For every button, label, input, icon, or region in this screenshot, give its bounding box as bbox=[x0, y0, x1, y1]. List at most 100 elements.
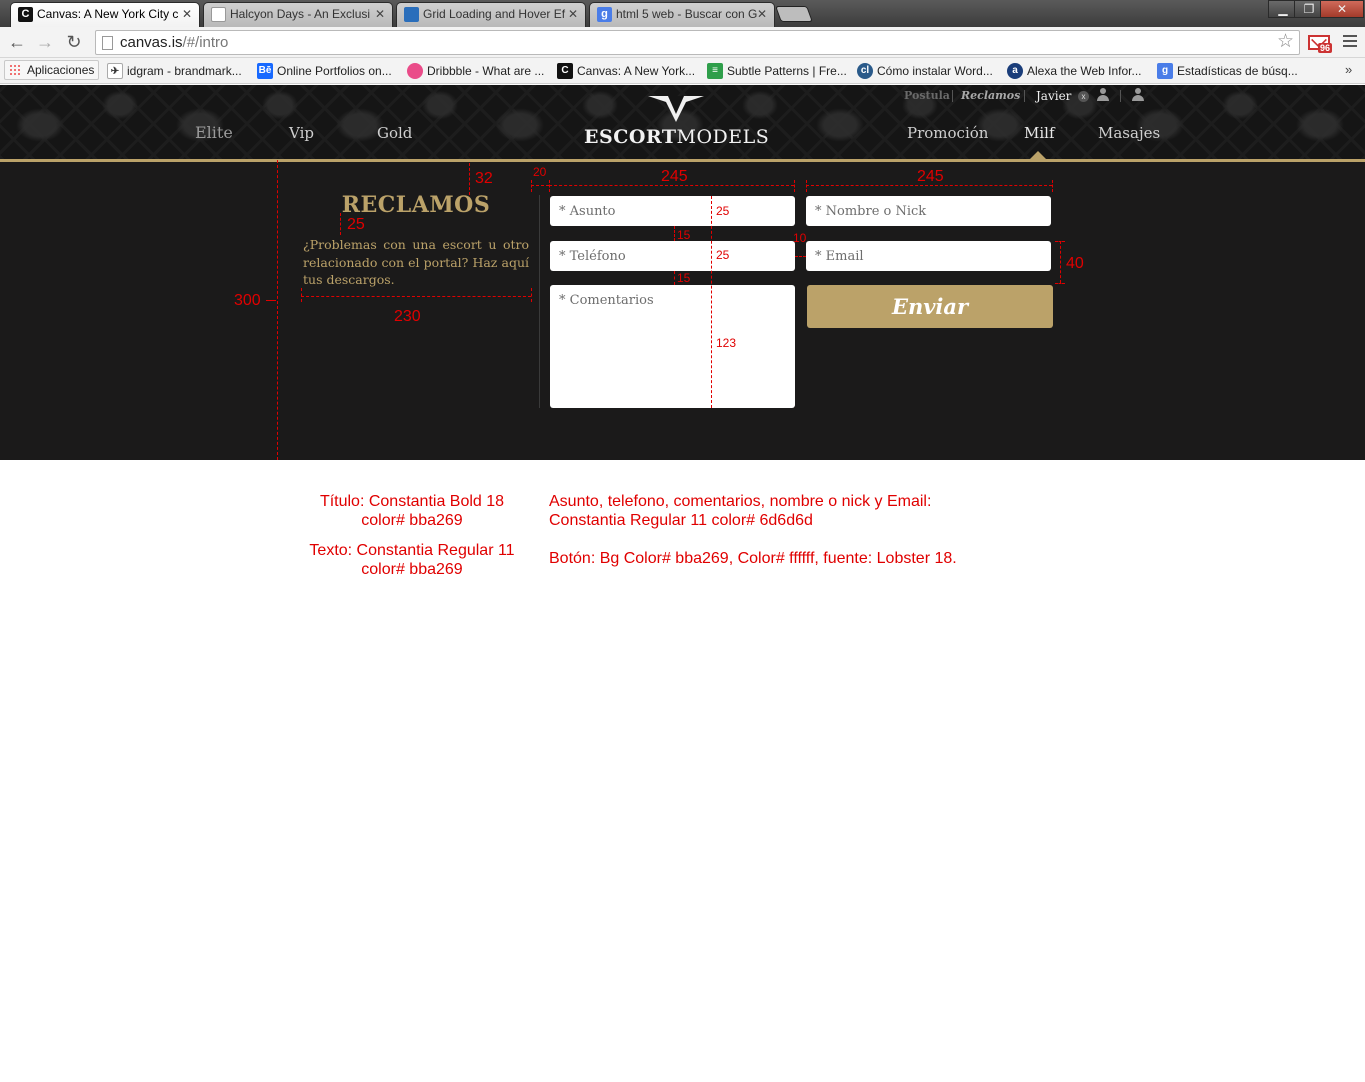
logo-bold: ESCORT bbox=[584, 126, 677, 148]
text-spec-note: Texto: Constantia Regular 11 color# bba2… bbox=[302, 541, 522, 579]
logo-regular: MODELS bbox=[676, 126, 770, 148]
forward-arrow-icon[interactable]: → bbox=[34, 31, 56, 53]
bookmark-label: Aplicaciones bbox=[27, 63, 95, 77]
telefono-input[interactable] bbox=[550, 241, 795, 271]
bookmark-idgram[interactable]: ✈ idgram - brandmark... bbox=[107, 62, 242, 80]
drop-favicon-icon bbox=[404, 7, 419, 22]
note-line: color# bba269 bbox=[361, 561, 463, 578]
dimension-15-b: 15 bbox=[677, 271, 691, 285]
gutter-guide bbox=[531, 185, 549, 186]
bookmark-alexa[interactable]: a Alexa the Web Infor... bbox=[1007, 62, 1142, 80]
escortmodels-logo[interactable]: ESCORTMODELS bbox=[584, 90, 770, 152]
column-tick bbox=[794, 180, 795, 192]
page-icon bbox=[102, 36, 113, 50]
dimension-25-telefono: 25 bbox=[716, 248, 730, 262]
bookmark-label: Online Portfolios on... bbox=[277, 64, 392, 78]
active-nav-marker bbox=[1030, 151, 1046, 159]
email-input[interactable] bbox=[806, 241, 1051, 271]
url-path: /#/intro bbox=[182, 34, 229, 51]
dimension-245-left: 245 bbox=[661, 168, 688, 185]
dimension-15-a: 15 bbox=[677, 228, 691, 242]
nav-milf[interactable]: Milf bbox=[1024, 122, 1055, 144]
tab-halcyon[interactable]: Halcyon Days - An Exclusi ✕ bbox=[203, 2, 393, 27]
comentarios-textarea[interactable] bbox=[550, 285, 795, 408]
dimension-20: 20 bbox=[533, 165, 547, 179]
new-tab-button[interactable] bbox=[775, 6, 813, 22]
dimension-25-asunto: 25 bbox=[716, 204, 730, 218]
more-bookmarks-icon[interactable]: » bbox=[1345, 62, 1352, 77]
nav-promocion[interactable]: Promoción bbox=[907, 122, 988, 144]
top-link-separator bbox=[1024, 90, 1025, 102]
title-spec-note: Título: Constantia Bold 18 color# bba269 bbox=[302, 492, 522, 530]
bookmark-label: Subtle Patterns | Fre... bbox=[727, 64, 847, 78]
logout-close-icon[interactable]: x bbox=[1078, 91, 1089, 102]
tab-grid-loading[interactable]: Grid Loading and Hover Ef ✕ bbox=[396, 2, 586, 27]
bookmark-canvas[interactable]: C Canvas: A New York... bbox=[557, 62, 695, 80]
user-name[interactable]: Javier bbox=[1036, 89, 1071, 103]
tab-title: Grid Loading and Hover Ef bbox=[423, 7, 566, 21]
alexa-icon: a bbox=[1007, 63, 1023, 79]
field-height-guide bbox=[711, 196, 712, 408]
bookmark-wordpress[interactable]: cl Cómo instalar Word... bbox=[857, 62, 993, 80]
nombre-nick-input[interactable] bbox=[806, 196, 1051, 226]
close-tab-icon[interactable]: ✕ bbox=[757, 3, 767, 25]
url-text[interactable]: canvas.is/#/intro bbox=[120, 33, 228, 53]
close-tab-icon[interactable]: ✕ bbox=[375, 3, 385, 25]
email-height-tick bbox=[1055, 241, 1065, 242]
bookmark-subtle-patterns[interactable]: ≡ Subtle Patterns | Fre... bbox=[707, 62, 847, 80]
nav-masajes[interactable]: Masajes bbox=[1098, 122, 1160, 144]
dimension-10: 10 bbox=[793, 231, 807, 245]
bookmark-star-icon[interactable]: ☆ bbox=[1277, 31, 1294, 53]
bookmark-dribbble[interactable]: Dribbble - What are ... bbox=[407, 62, 544, 80]
idgram-icon: ✈ bbox=[107, 63, 123, 79]
reload-icon[interactable]: ↻ bbox=[63, 31, 85, 53]
nav-gold[interactable]: Gold bbox=[377, 122, 412, 144]
dimension-25-title: 25 bbox=[347, 216, 365, 233]
row-gap-guide bbox=[674, 271, 675, 285]
enviar-button[interactable]: Enviar bbox=[807, 285, 1053, 328]
postula-link[interactable]: Postula bbox=[904, 89, 950, 103]
gmail-extension-icon[interactable]: 96 bbox=[1308, 33, 1333, 53]
column-gap-guide bbox=[795, 256, 806, 257]
height-guide-tick bbox=[266, 300, 276, 301]
bookmark-label: Dribbble - What are ... bbox=[427, 64, 545, 78]
account-icon[interactable] bbox=[1132, 88, 1144, 102]
page-favicon-icon bbox=[211, 7, 226, 22]
user-profile-icon[interactable] bbox=[1097, 88, 1109, 102]
bookmark-estadisticas[interactable]: g Estadísticas de búsq... bbox=[1157, 62, 1298, 80]
bookmark-behance[interactable]: Bē Online Portfolios on... bbox=[257, 62, 392, 80]
dimension-300: 300 bbox=[234, 292, 261, 309]
window-close-icon[interactable]: ✕ bbox=[1320, 0, 1364, 18]
title-top-guide bbox=[469, 163, 470, 195]
canvas-icon: C bbox=[557, 63, 573, 79]
tab-canvas[interactable]: C Canvas: A New York City c ✕ bbox=[10, 2, 200, 27]
close-tab-icon[interactable]: ✕ bbox=[182, 3, 192, 25]
reclamos-link[interactable]: Reclamos bbox=[961, 89, 1020, 103]
nav-vip[interactable]: Vip bbox=[289, 122, 314, 144]
google-icon: g bbox=[1157, 63, 1173, 79]
text-width-guide bbox=[301, 296, 531, 297]
chrome-menu-icon[interactable] bbox=[1343, 35, 1357, 49]
apps-grid-icon bbox=[9, 64, 21, 76]
note-line: Texto: Constantia Regular 11 bbox=[309, 542, 515, 559]
dimension-245-right: 245 bbox=[917, 168, 944, 185]
close-tab-icon[interactable]: ✕ bbox=[568, 3, 578, 25]
asunto-input[interactable] bbox=[550, 196, 795, 226]
dimension-40: 40 bbox=[1066, 255, 1084, 272]
tab-google-search[interactable]: g html 5 web - Buscar con G ✕ bbox=[589, 2, 775, 27]
column-tick bbox=[549, 180, 550, 192]
address-bar[interactable]: canvas.is/#/intro ☆ bbox=[95, 30, 1300, 55]
button-spec-note: Botón: Bg Color# bba269, Color# ffffff, … bbox=[549, 549, 957, 568]
nav-elite[interactable]: Elite bbox=[195, 122, 233, 144]
back-arrow-icon[interactable]: ← bbox=[6, 31, 28, 53]
form-title: RECLAMOS bbox=[341, 192, 491, 218]
note-line: Título: Constantia Bold 18 bbox=[319, 493, 505, 510]
google-favicon-icon: g bbox=[597, 7, 612, 22]
logo-wordmark: ESCORTMODELS bbox=[584, 126, 770, 148]
bookmark-apps[interactable]: Aplicaciones bbox=[4, 60, 100, 80]
column-tick bbox=[806, 180, 807, 192]
top-link-separator bbox=[952, 90, 953, 102]
column-tick bbox=[1052, 180, 1053, 192]
form-divider bbox=[539, 195, 540, 408]
gutter-tick bbox=[531, 180, 532, 192]
